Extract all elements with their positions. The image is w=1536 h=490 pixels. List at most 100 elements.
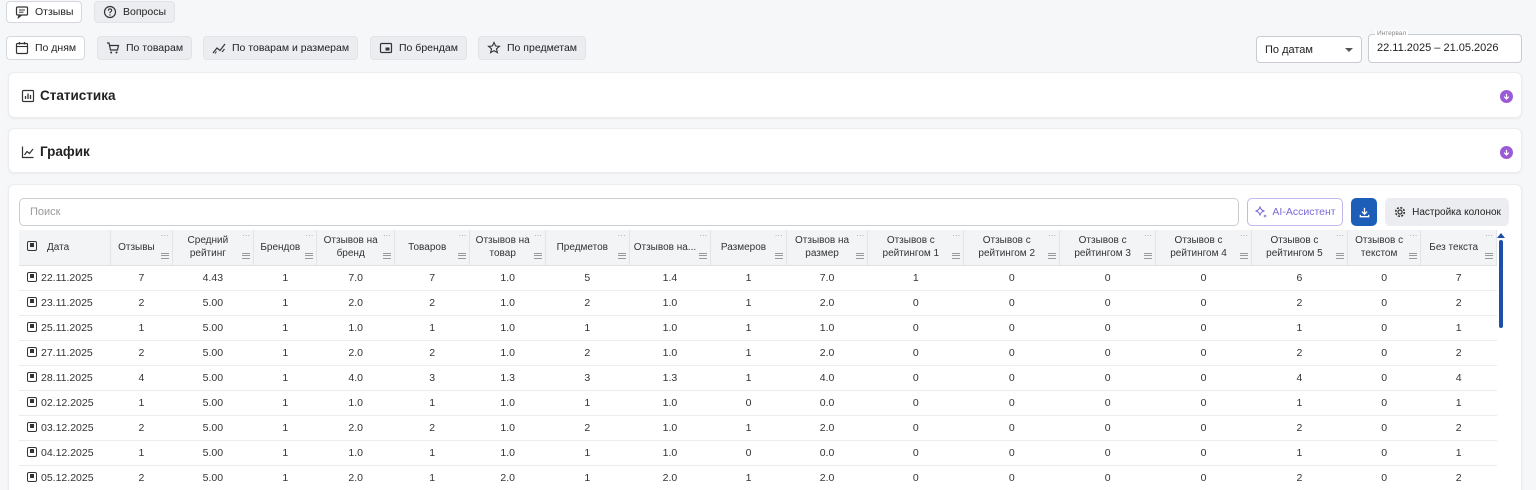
expand-statistics-button[interactable] <box>1500 90 1513 103</box>
column-menu-icon[interactable] <box>1144 252 1153 259</box>
column-header[interactable]: Отзывы ··· <box>110 230 173 266</box>
column-menu-icon[interactable] <box>699 252 708 259</box>
row-checkbox[interactable] <box>27 371 37 382</box>
table-row[interactable]: 05.12.2025 2 5.00 1 2.0 1 2.0 1 2.0 1 2.0 0 0 0 0 2 0 2 <box>19 465 1497 490</box>
table-cell: 1 <box>110 390 173 416</box>
column-header[interactable]: Отзывов на товар ··· <box>469 230 546 266</box>
column-settings-button[interactable]: Настройка колонок <box>1385 198 1509 226</box>
scrollbar-thumb[interactable] <box>1499 240 1503 328</box>
column-options-icon[interactable]: ··· <box>618 232 626 240</box>
table-cell: 0 <box>1059 440 1156 466</box>
column-header[interactable]: Отзывов с текстом ··· <box>1347 230 1422 266</box>
view-by-brands[interactable]: По брендам <box>370 36 467 60</box>
column-menu-icon[interactable] <box>458 252 467 259</box>
row-checkbox[interactable] <box>27 321 37 332</box>
view-by-days[interactable]: По дням <box>6 36 86 60</box>
column-menu-icon[interactable] <box>533 252 542 259</box>
column-header[interactable]: Отзывов на размер ··· <box>786 230 869 266</box>
download-button[interactable] <box>1351 198 1377 226</box>
ai-assistant-button[interactable]: AI-Ассистент <box>1247 198 1343 226</box>
column-header[interactable]: Отзывов с рейтингом 2 ··· <box>963 230 1061 266</box>
table-cell: 2 <box>1251 465 1348 490</box>
column-options-icon[interactable]: ··· <box>458 232 466 240</box>
column-options-icon[interactable]: ··· <box>856 232 864 240</box>
column-options-icon[interactable]: ··· <box>699 232 707 240</box>
table-row[interactable]: 04.12.2025 1 5.00 1 1.0 1 1.0 1 1.0 0 0.0 0 0 0 0 1 0 1 <box>19 440 1497 466</box>
tab-questions[interactable]: Вопросы <box>94 1 176 23</box>
column-header[interactable]: Размеров ··· <box>710 230 787 266</box>
table-row[interactable]: 28.11.2025 4 5.00 1 4.0 3 1.3 3 1.3 1 4.0 0 0 0 0 4 0 4 <box>19 365 1497 391</box>
column-options-icon[interactable]: ··· <box>242 232 250 240</box>
row-checkbox[interactable] <box>27 296 37 307</box>
column-menu-icon[interactable] <box>1335 252 1344 259</box>
column-header[interactable]: Товаров ··· <box>394 230 471 266</box>
row-checkbox[interactable] <box>27 446 37 457</box>
column-header[interactable]: Средний рейтинг ··· <box>172 230 255 266</box>
column-header[interactable]: Отзывов с рейтингом 1 ··· <box>867 230 965 266</box>
column-header[interactable]: Брендов ··· <box>253 230 318 266</box>
view-by-products-sizes[interactable]: По товарам и размерам <box>203 36 359 60</box>
table-cell: 2 <box>110 290 173 316</box>
table-row[interactable]: 02.12.2025 1 5.00 1 1.0 1 1.0 1 1.0 0 0.0 0 0 0 0 1 0 1 <box>19 390 1497 416</box>
column-menu-icon[interactable] <box>617 252 626 259</box>
table-cell: 1 <box>1251 315 1348 341</box>
table-cell: 1 <box>545 390 630 416</box>
view-by-subjects[interactable]: По предметам <box>478 36 587 60</box>
column-header[interactable]: Отзывов с рейтингом 4 ··· <box>1155 230 1252 266</box>
column-header[interactable]: Предметов ··· <box>545 230 630 266</box>
row-checkbox[interactable] <box>27 396 37 407</box>
scroll-up-arrow[interactable] <box>1497 233 1505 238</box>
table-row[interactable]: 23.11.2025 2 5.00 1 2.0 2 1.0 2 1.0 1 2.0 0 0 0 0 2 0 2 <box>19 290 1497 316</box>
column-header-date[interactable]: Дата <box>19 230 112 266</box>
date-interval-field[interactable]: Интервал 22.11.2025 – 21.05.2026 <box>1368 30 1522 63</box>
column-header[interactable]: Отзывов с рейтингом 3 ··· <box>1059 230 1157 266</box>
chart-header[interactable]: График <box>21 144 90 159</box>
column-header-label: Отзывов на бренд <box>323 235 378 260</box>
column-options-icon[interactable]: ··· <box>1485 232 1493 240</box>
column-header[interactable]: Отзывов на бренд ··· <box>316 230 395 266</box>
column-menu-icon[interactable] <box>160 252 169 259</box>
tab-reviews[interactable]: Отзывы <box>6 1 83 23</box>
column-menu-icon[interactable] <box>1240 252 1248 259</box>
column-menu-icon[interactable] <box>242 252 251 259</box>
column-options-icon[interactable]: ··· <box>1048 232 1056 240</box>
date-mode-select[interactable]: По датам <box>1256 36 1362 63</box>
statistics-header[interactable]: Статистика <box>21 88 115 103</box>
row-date-cell: 28.11.2025 <box>19 365 111 391</box>
row-checkbox[interactable] <box>27 346 37 357</box>
column-options-icon[interactable]: ··· <box>1240 232 1248 240</box>
column-header[interactable]: Отзывов с рейтингом 5 ··· <box>1251 230 1348 266</box>
column-menu-icon[interactable] <box>305 252 314 259</box>
column-options-icon[interactable]: ··· <box>775 232 783 240</box>
table-row[interactable]: 22.11.2025 7 4.43 1 7.0 7 1.0 5 1.4 1 7.0 1 0 0 0 6 0 7 <box>19 265 1497 291</box>
column-options-icon[interactable]: ··· <box>952 232 960 240</box>
column-menu-icon[interactable] <box>382 252 391 259</box>
table-row[interactable]: 03.12.2025 2 5.00 1 2.0 2 1.0 2 1.0 1 2.0 0 0 0 0 2 0 2 <box>19 415 1497 441</box>
table-row[interactable]: 27.11.2025 2 5.00 1 2.0 2 1.0 2 1.0 1 2.0 0 0 0 0 2 0 2 <box>19 340 1497 366</box>
expand-chart-button[interactable] <box>1500 146 1513 159</box>
column-menu-icon[interactable] <box>1048 252 1057 259</box>
table-cell: 0 <box>1347 315 1421 341</box>
column-options-icon[interactable]: ··· <box>1144 232 1152 240</box>
column-menu-icon[interactable] <box>856 252 865 259</box>
column-menu-icon[interactable] <box>952 252 961 259</box>
column-options-icon[interactable]: ··· <box>534 232 542 240</box>
table-cell: 4.0 <box>786 365 868 391</box>
table-row[interactable]: 25.11.2025 1 5.00 1 1.0 1 1.0 1 1.0 1 1.0 0 0 0 0 1 0 1 <box>19 315 1497 341</box>
search-input[interactable] <box>19 198 1239 226</box>
column-header[interactable]: Без текста ··· <box>1420 230 1497 266</box>
column-menu-icon[interactable] <box>1485 252 1493 259</box>
column-header[interactable]: Отзывов на... ··· <box>629 230 712 266</box>
column-options-icon[interactable]: ··· <box>1336 232 1344 240</box>
column-menu-icon[interactable] <box>1409 252 1418 259</box>
row-checkbox[interactable] <box>27 471 37 482</box>
column-menu-icon[interactable] <box>774 252 783 259</box>
row-checkbox[interactable] <box>27 421 37 432</box>
select-all-checkbox[interactable] <box>27 240 37 251</box>
row-checkbox[interactable] <box>27 271 37 282</box>
column-options-icon[interactable]: ··· <box>305 232 313 240</box>
column-options-icon[interactable]: ··· <box>1409 232 1417 240</box>
column-options-icon[interactable]: ··· <box>383 232 391 240</box>
view-by-products[interactable]: По товарам <box>97 36 193 60</box>
column-options-icon[interactable]: ··· <box>161 232 169 240</box>
